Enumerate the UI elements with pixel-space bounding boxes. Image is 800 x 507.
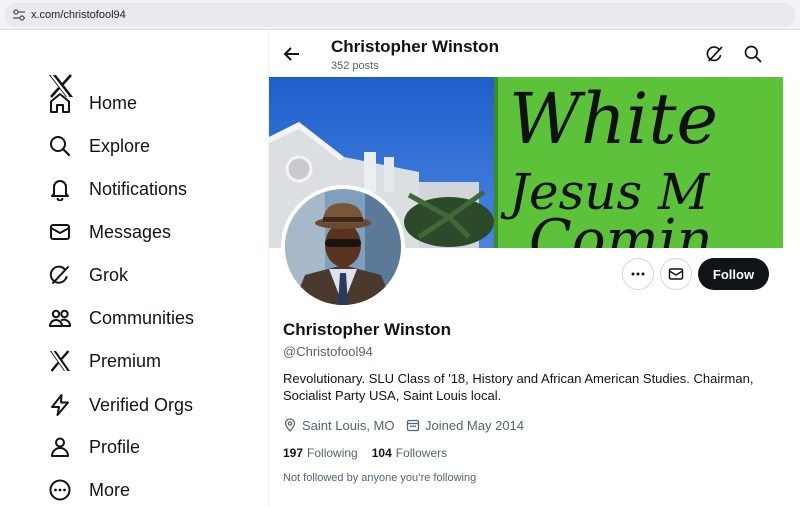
profile-bio: Revolutionary. SLU Class of '18, History… <box>283 371 754 403</box>
more-horizontal-icon <box>631 272 645 276</box>
back-arrow-icon[interactable] <box>281 43 303 65</box>
sidebar-item-label: Explore <box>89 136 151 156</box>
sidebar-item-verified-orgs[interactable]: Verified Orgs <box>48 390 193 420</box>
follow-counts: 197 Following 104 Followers <box>283 446 461 460</box>
sign-text-line: White <box>509 78 718 160</box>
not-followed-notice: Not followed by anyone you’re following <box>283 472 477 484</box>
sidebar-item-label: Communities <box>89 308 195 328</box>
grok-icon <box>49 265 69 284</box>
sidebar-item-label: Verified Orgs <box>89 395 194 415</box>
bell-icon <box>51 180 69 201</box>
sidebar-item-notifications[interactable]: Notifications <box>48 174 187 204</box>
profile-location: Saint Louis, MO <box>283 416 395 434</box>
follow-button[interactable]: Follow <box>698 258 769 290</box>
sidebar-item-communities[interactable]: Communities <box>48 303 194 333</box>
sidebar-item-label: Messages <box>89 222 172 242</box>
sign-text-line: Comin <box>529 208 713 248</box>
url-text[interactable]: x.com/christofool94 <box>31 8 126 22</box>
browser-address-bar: x.com/christofool94 <box>0 0 800 30</box>
header-title: Christopher Winston <box>331 37 499 56</box>
following-count: 197 <box>283 446 304 460</box>
sidebar-item-label: Grok <box>89 265 129 285</box>
sidebar-item-profile[interactable]: Profile <box>48 432 140 462</box>
sidebar-item-label: Profile <box>89 437 141 457</box>
followers-link[interactable]: 104 Followers <box>372 446 447 460</box>
sidebar-item-label: Notifications <box>89 179 188 199</box>
lightning-icon <box>51 394 69 416</box>
location-text: Saint Louis, MO <box>302 417 395 433</box>
sidebar-item-messages[interactable]: Messages <box>48 217 171 247</box>
join-date-text: Joined May 2014 <box>425 417 525 433</box>
envelope-icon <box>668 268 684 280</box>
url-field[interactable]: x.com/christofool94 <box>4 3 796 27</box>
sidebar-item-label: Home <box>89 93 138 113</box>
sidebar-item-label: Premium <box>89 351 162 371</box>
people-icon <box>49 309 71 327</box>
more-options-button[interactable] <box>622 258 654 290</box>
message-button[interactable] <box>660 258 692 290</box>
sidebar-nav: Home Explore Notifications Messages Grok <box>0 31 268 507</box>
following-label: Following <box>307 446 358 460</box>
post-count: 352 posts <box>331 60 379 72</box>
avatar[interactable] <box>285 189 401 305</box>
sidebar-item-grok[interactable]: Grok <box>48 260 128 290</box>
profile-join-date: Joined May 2014 <box>406 416 524 434</box>
calendar-icon <box>406 419 420 432</box>
more-circle-icon <box>49 479 71 501</box>
profile-name: Christopher Winston <box>283 320 451 339</box>
grok-icon[interactable] <box>705 44 725 64</box>
search-icon <box>50 136 71 157</box>
sidebar-item-explore[interactable]: Explore <box>48 131 150 161</box>
site-settings-icon[interactable] <box>12 9 26 21</box>
x-logo-icon <box>50 350 70 372</box>
followers-count: 104 <box>371 446 392 460</box>
profile-main: Christopher Winston 352 posts White Jesu… <box>269 31 800 507</box>
search-icon[interactable] <box>743 44 763 64</box>
avatar-photo <box>285 189 401 305</box>
location-pin-icon <box>284 418 296 432</box>
envelope-icon <box>50 224 70 240</box>
followers-label: Followers <box>395 446 448 460</box>
following-link[interactable]: 197 Following <box>283 446 358 460</box>
sidebar-item-more[interactable]: More <box>48 475 130 505</box>
profile-handle: @Christofool94 <box>283 344 373 359</box>
person-icon <box>51 437 69 457</box>
sidebar-item-home[interactable]: Home <box>48 88 137 118</box>
home-icon <box>50 93 70 113</box>
sidebar-item-label: More <box>89 480 131 500</box>
sidebar-item-premium[interactable]: Premium <box>48 346 161 376</box>
